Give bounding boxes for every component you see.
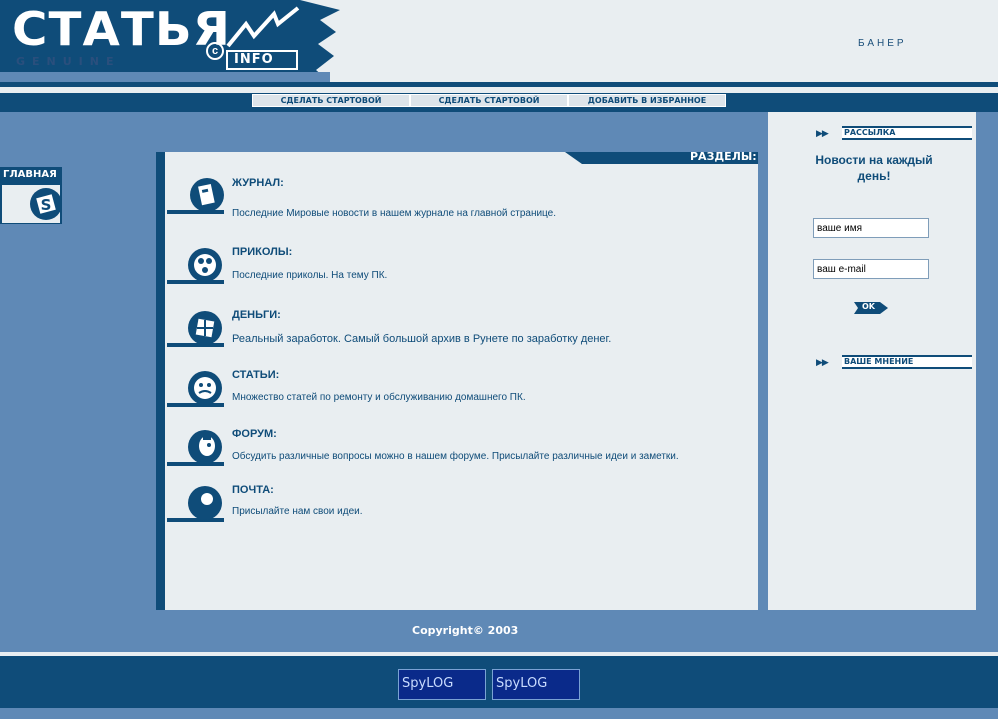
ok-label: OK xyxy=(862,302,875,311)
left-menu-home[interactable]: ГЛАВНАЯ S xyxy=(0,167,62,224)
right-sidebar: ▶▶ РАССЫЛКА Новости на каждый день! OK ▶… xyxy=(768,112,976,610)
footer-bottom-strip xyxy=(0,708,998,719)
journal-icon xyxy=(167,176,224,214)
banner-placeholder[interactable]: БАНЕР xyxy=(858,38,907,49)
section-title[interactable]: ПРИКОЛЫ: xyxy=(232,246,292,258)
add-favorites-button[interactable]: ДОБАВИТЬ В ИЗБРАННОЕ xyxy=(568,94,726,107)
logo-text: СТАТЬЯ xyxy=(12,2,232,56)
name-input[interactable] xyxy=(813,218,929,238)
set-homepage-button-2[interactable]: СДЕЛАТЬ СТАРТОВОЙ xyxy=(410,94,568,107)
ok-button[interactable]: OK xyxy=(854,301,888,314)
section-mail[interactable]: ПОЧТА: Присылайте нам свои идеи. xyxy=(165,484,758,526)
s-logo-icon: S xyxy=(2,185,60,223)
section-jokes[interactable]: ПРИКОЛЫ: Последние приколы. На тему ПК. xyxy=(165,246,758,288)
mail-icon xyxy=(167,484,224,522)
newsletter-title: Новости на каждый день! xyxy=(815,153,933,183)
money-icon xyxy=(167,309,224,347)
face-icon xyxy=(167,369,224,407)
lightning-icon xyxy=(226,6,300,48)
section-description: Обсудить различные вопросы можно в нашем… xyxy=(232,451,679,462)
film-reel-icon xyxy=(167,246,224,284)
logo-copyright-icon: c xyxy=(206,42,224,60)
email-input[interactable] xyxy=(813,259,929,279)
footer-divider xyxy=(0,652,998,656)
site-logo[interactable]: СТАТЬЯ GENUINE c INFO xyxy=(0,0,340,82)
header-notch xyxy=(565,152,582,164)
section-title[interactable]: ПОЧТА: xyxy=(232,484,274,496)
section-title[interactable]: СТАТЬИ: xyxy=(232,369,279,381)
section-description: Присылайте нам свои идеи. xyxy=(232,506,363,517)
set-homepage-button[interactable]: СДЕЛАТЬ СТАРТОВОЙ xyxy=(252,94,410,107)
section-articles[interactable]: СТАТЬИ: Множество статей по ремонту и об… xyxy=(165,369,758,411)
spylog-counter-2[interactable]: SpyLOG xyxy=(492,669,580,700)
section-title[interactable]: ДЕНЬГИ: xyxy=(232,309,281,321)
section-forum[interactable]: ФОРУМ: Обсудить различные вопросы можно … xyxy=(165,428,758,470)
section-money[interactable]: ДЕНЬГИ: Реальный заработок. Самый большо… xyxy=(165,309,758,351)
copyright-text: Copyright© 2003 xyxy=(412,624,519,637)
spylog-counter[interactable]: SpyLOG xyxy=(398,669,486,700)
nav-bar: СДЕЛАТЬ СТАРТОВОЙ СДЕЛАТЬ СТАРТОВОЙ ДОБА… xyxy=(0,82,998,112)
section-title[interactable]: ЖУРНАЛ: xyxy=(232,177,284,189)
logo-subtext: GENUINE xyxy=(16,55,121,68)
section-description: Последние Мировые новости в нашем журнал… xyxy=(232,208,557,219)
section-description: Реальный заработок. Самый большой архив … xyxy=(232,333,612,345)
nav-divider xyxy=(0,87,998,93)
logo-info: INFO xyxy=(226,50,298,70)
double-arrow-icon: ▶▶ xyxy=(816,357,829,367)
right-edge-strip xyxy=(976,112,998,652)
header: СТАТЬЯ GENUINE c INFO БАНЕР xyxy=(0,0,998,82)
section-description: Последние приколы. На тему ПК. xyxy=(232,270,388,281)
content-border xyxy=(156,152,165,610)
forum-icon xyxy=(167,428,224,466)
svg-text:S: S xyxy=(41,196,52,214)
sections-title: РАЗДЕЛЫ: xyxy=(690,150,757,163)
home-label: ГЛАВНАЯ xyxy=(3,169,57,180)
double-arrow-icon: ▶▶ xyxy=(816,128,829,138)
section-journal[interactable]: ЖУРНАЛ: Последние Мировые новости в наше… xyxy=(165,176,758,219)
newsletter-label: РАССЫЛКА xyxy=(842,126,972,140)
opinion-label: ВАШЕ МНЕНИЕ xyxy=(842,355,972,369)
section-description: Множество статей по ремонту и обслуживан… xyxy=(232,392,526,403)
section-title[interactable]: ФОРУМ: xyxy=(232,428,277,440)
